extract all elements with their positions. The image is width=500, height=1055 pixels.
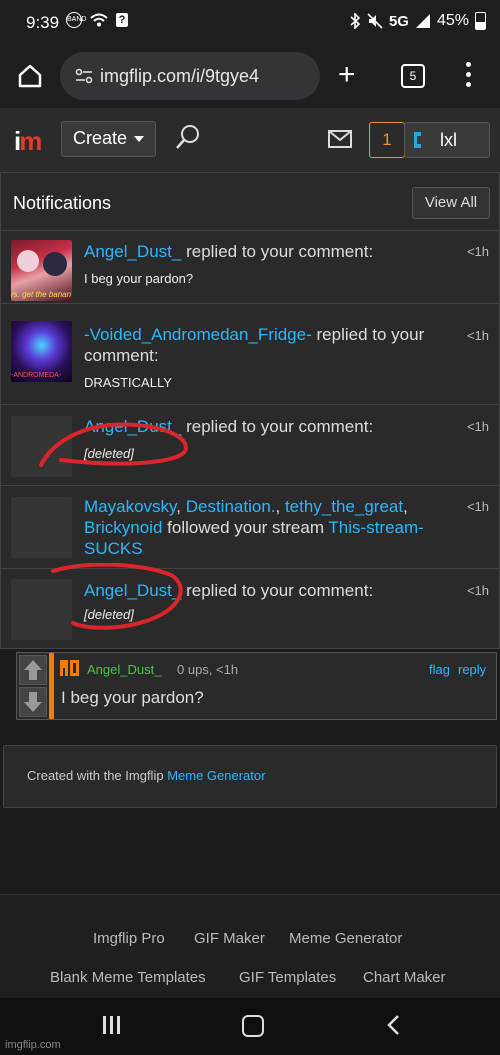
view-all-button[interactable]: View All [412,187,490,219]
status-time: 9:39 [26,13,60,32]
notification-text: -Voided_Andromedan_Fridge- replied to yo… [84,324,454,366]
notification-text: Mayakovsky, Destination., tethy_the_grea… [84,497,424,558]
signal-icon [415,14,430,28]
mail-icon[interactable] [328,130,352,148]
site-footer: Imgflip Pro GIF Maker Meme Generator Bla… [0,894,500,999]
username: lxl [440,130,457,150]
battery-icon [475,12,486,30]
meme-thumbnail[interactable]: rs. get the banan [11,240,72,301]
user-link[interactable]: Brickynoid [84,518,162,537]
notification-text: Angel_Dust_ replied to your comment: [84,241,454,262]
url-text: imgflip.com/i/9tgye4 [100,66,260,86]
unknown-status-icon: ? [116,13,128,27]
footer-link-meme-generator[interactable]: Meme Generator [289,930,402,947]
notification-time: <1h [466,583,489,598]
recent-apps-icon[interactable] [103,1016,123,1034]
notification-action: replied to your comment: [186,581,374,600]
notifications-panel: Notifications View All rs. get the banan… [0,172,500,649]
red-scribble-annotation [39,422,189,467]
notification-item[interactable]: Mayakovsky, Destination., tethy_the_grea… [1,485,499,569]
browser-toolbar: imgflip.com/i/9tgye4 + 5 [0,46,500,108]
notification-count-button[interactable]: 1 [369,122,405,158]
imgflip-watermark: imgflip.com [5,1039,61,1051]
footer-link-blank-meme-templates[interactable]: Blank Meme Templates [50,969,206,986]
upvote-button[interactable] [19,655,47,685]
status-bar: 9:39 BAND ? 5G 45% [0,0,500,46]
reply-link[interactable]: reply [458,662,486,677]
nav-home-icon[interactable] [242,1015,264,1037]
imgflip-logo[interactable]: im [14,126,42,157]
notification-item[interactable]: Angel_Dust_ replied to your comment: [de… [1,404,499,486]
meme-thumbnail[interactable] [11,497,72,558]
notification-action: followed your stream [167,518,324,537]
create-button[interactable]: Create [61,121,156,157]
notification-item[interactable]: -ANDROMEDA- -Voided_Andromedan_Fridge- r… [1,303,499,405]
home-icon[interactable] [16,62,44,90]
user-menu-button[interactable]: lxl [404,122,490,158]
meme-thumbnail[interactable]: -ANDROMEDA- [11,321,72,382]
notification-item[interactable]: rs. get the banan Angel_Dust_ replied to… [1,230,499,304]
comment: Angel_Dust_ 0 ups, <1h flag reply I beg … [16,652,497,720]
user-link[interactable]: Angel_Dust_ [84,242,181,261]
created-with-box: Created with the Imgflip Meme Generator [3,745,497,808]
user-link[interactable]: -Voided_Andromedan_Fridge- [84,325,312,344]
notification-excerpt: I beg your pardon? [84,271,194,286]
battery-percent: 45% [436,12,469,29]
footer-link-chart-maker[interactable]: Chart Maker [363,969,446,986]
arrow-up-icon [24,660,42,680]
created-with-text: Created with the Imgflip Meme Generator [27,768,265,783]
commenter-username[interactable]: Angel_Dust_ [87,662,161,677]
footer-link-gif-templates[interactable]: GIF Templates [239,969,336,986]
vote-column [19,655,47,717]
notifications-title: Notifications [13,193,112,213]
comment-meta: 0 ups, <1h [177,662,239,677]
comment-text: I beg your pardon? [61,688,204,707]
footer-link-imgflip-pro[interactable]: Imgflip Pro [93,930,165,947]
comment-highlight-bar [49,653,54,719]
caret-down-icon [134,136,144,142]
site-settings-icon[interactable] [74,66,94,86]
network-type: 5G [388,12,409,30]
notification-time: <1h [466,244,489,259]
band-app-icon: BAND [66,12,86,28]
user-link[interactable]: Destination. [186,497,276,516]
wifi-icon [90,13,108,27]
notification-action: replied to your comment: [186,417,374,436]
notification-time: <1h [466,499,489,514]
notification-time: <1h [466,419,489,434]
new-tab-icon[interactable]: + [338,60,356,90]
search-icon[interactable] [175,124,201,150]
site-header: im Create 1 lxl [0,108,500,172]
system-nav-bar [0,998,500,1055]
create-label: Create [73,128,128,148]
bluetooth-icon [350,13,361,29]
created-prefix: Created with the Imgflip [27,768,168,783]
notification-action: replied to your comment: [186,242,374,261]
status-right-icons: 5G 45% [349,12,486,30]
thumbnail-caption: -ANDROMEDA- [11,372,62,379]
thumbnail-caption: rs. get the banan [11,290,72,299]
tab-switcher-button[interactable]: 5 [401,64,425,88]
footer-link-gif-maker[interactable]: GIF Maker [194,930,265,947]
user-avatar-icon [414,132,421,148]
meme-generator-link[interactable]: Meme Generator [167,768,265,783]
arrow-down-icon [24,692,42,712]
user-link[interactable]: Mayakovsky [84,497,176,516]
more-menu-icon[interactable] [466,62,472,92]
back-icon[interactable] [386,1014,400,1036]
status-notification-icons: BAND ? [66,12,128,28]
downvote-button[interactable] [19,687,47,717]
commenter-avatar[interactable] [59,659,81,677]
flag-link[interactable]: flag [429,662,450,677]
notification-excerpt: DRASTICALLY [84,375,172,390]
notification-time: <1h [466,328,489,343]
red-scribble-annotation [51,563,183,630]
notification-item[interactable]: Angel_Dust_ replied to your comment: [de… [1,563,499,649]
mute-icon [367,13,383,29]
address-bar[interactable]: imgflip.com/i/9tgye4 [60,52,320,100]
user-link[interactable]: tethy_the_great [285,497,403,516]
